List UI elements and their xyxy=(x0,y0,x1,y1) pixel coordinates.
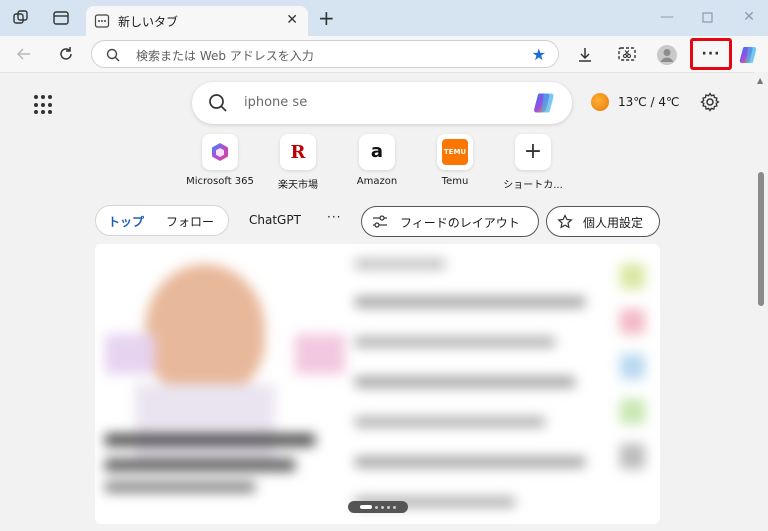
copilot-search-icon[interactable] xyxy=(532,90,558,116)
close-window-icon[interactable]: ✕ xyxy=(734,6,764,28)
temu-icon: TEMU xyxy=(437,134,473,170)
rakuten-icon: R xyxy=(280,134,316,170)
weather-sun-icon[interactable] xyxy=(591,93,609,111)
amazon-icon: a xyxy=(359,134,395,170)
toolbar: 検索または Web アドレスを入力 ★ ··· xyxy=(0,36,768,72)
favorite-star-icon[interactable]: ★ xyxy=(532,45,546,64)
minimize-icon[interactable]: — xyxy=(652,6,682,28)
personalize-button[interactable]: 個人用設定 xyxy=(546,206,660,237)
news-feed-card[interactable] xyxy=(95,244,660,524)
personalize-label: 個人用設定 xyxy=(583,216,644,230)
blurred-thumbnails xyxy=(620,264,645,484)
screenshot-icon[interactable] xyxy=(616,44,638,66)
download-icon[interactable] xyxy=(574,44,596,66)
scroll-thumb[interactable] xyxy=(758,172,764,306)
more-options-button[interactable]: ··· xyxy=(690,38,732,70)
quick-link-label: Microsoft 365 xyxy=(186,176,254,187)
tab-title: 新しいタブ xyxy=(118,15,179,29)
search-icon xyxy=(208,93,228,117)
sliders-icon xyxy=(372,214,388,234)
quick-link-microsoft-365[interactable]: Microsoft 365 xyxy=(184,134,256,187)
quick-link-temu[interactable]: TEMU Temu xyxy=(419,134,491,187)
quick-link-label: 楽天市場 xyxy=(278,180,318,191)
apps-launcher-icon[interactable] xyxy=(34,95,54,115)
add-shortcut-icon: + xyxy=(515,134,551,170)
refresh-icon[interactable] xyxy=(56,44,76,64)
tab-new-tab[interactable]: 新しいタブ ✕ xyxy=(86,6,308,36)
profile-avatar-icon[interactable] xyxy=(656,44,678,66)
quick-link-amazon[interactable]: a Amazon xyxy=(341,134,413,187)
quick-link-label: ショートカ... xyxy=(503,180,563,191)
quick-link-add-shortcut[interactable]: + ショートカ... xyxy=(497,134,569,191)
sparkle-star-icon xyxy=(557,214,573,234)
quick-link-rakuten[interactable]: R 楽天市場 xyxy=(262,134,334,191)
tab-actions-icon[interactable] xyxy=(52,9,70,27)
carousel-pager[interactable] xyxy=(348,501,408,513)
copilot-icon[interactable] xyxy=(738,44,760,66)
back-arrow-icon[interactable] xyxy=(14,44,34,64)
scroll-up-arrow-icon[interactable]: ▲ xyxy=(757,76,763,85)
tab-top[interactable]: トップ xyxy=(108,213,144,230)
quick-link-label: Amazon xyxy=(356,176,398,187)
quick-link-label: Temu xyxy=(441,176,469,187)
feed-layout-button[interactable]: フィードのレイアウト xyxy=(361,206,539,237)
search-icon xyxy=(106,47,120,66)
weather-temperature[interactable]: 13℃ / 4℃ xyxy=(618,95,680,109)
maximize-icon[interactable] xyxy=(692,6,722,28)
feed-more-button[interactable]: ··· xyxy=(327,210,341,224)
tab-chatgpt[interactable]: ChatGPT xyxy=(249,213,301,227)
blurred-hero-image xyxy=(105,254,345,504)
tab-follow[interactable]: フォロー xyxy=(166,213,214,230)
address-bar[interactable]: 検索または Web アドレスを入力 ★ xyxy=(91,40,559,68)
new-tab-favicon-icon xyxy=(94,13,110,29)
title-bar: 新しいタブ ✕ + — ✕ xyxy=(0,0,768,36)
new-tab-plus-icon[interactable]: + xyxy=(318,8,335,28)
page-settings-gear-icon[interactable] xyxy=(700,92,720,116)
web-search-box[interactable]: iphone se xyxy=(192,82,572,124)
search-input[interactable]: iphone se xyxy=(244,95,307,110)
address-placeholder: 検索または Web アドレスを入力 xyxy=(136,49,314,63)
microsoft-365-icon xyxy=(202,134,238,170)
workspaces-icon[interactable] xyxy=(12,9,30,27)
feed-tab-group: トップ フォロー xyxy=(95,205,229,236)
scrollbar[interactable]: ▲ xyxy=(754,72,768,531)
close-tab-icon[interactable]: ✕ xyxy=(286,12,298,28)
blurred-headlines xyxy=(355,259,615,507)
feed-layout-label: フィードのレイアウト xyxy=(400,216,520,230)
